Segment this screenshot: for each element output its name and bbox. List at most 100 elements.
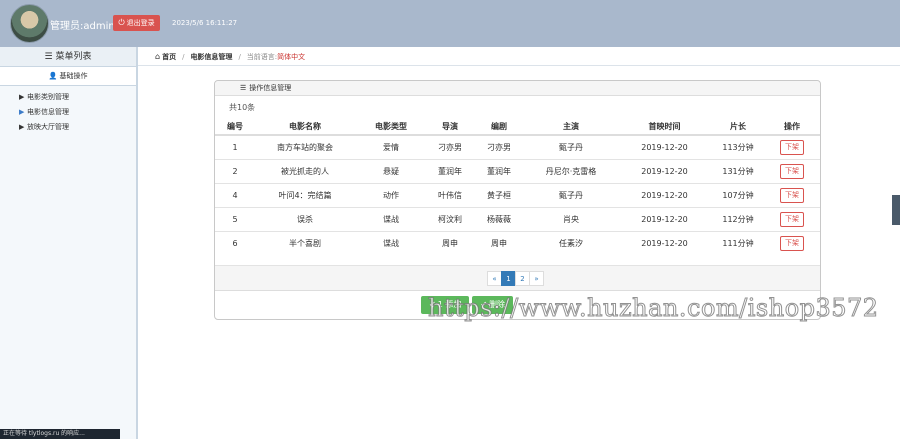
page-next-button[interactable]: » — [529, 271, 544, 286]
table-cell: 甄子丹 — [525, 182, 617, 207]
column-header: 电影名称 — [255, 119, 355, 136]
language-value[interactable]: 简体中文 — [277, 53, 305, 61]
caret-right-icon: ▶ — [19, 93, 25, 101]
actions-cell: 下架 — [764, 206, 820, 231]
unlist-button[interactable]: 下架 — [780, 235, 804, 251]
unlist-button[interactable]: 下架 — [780, 163, 804, 179]
logout-button[interactable]: ⏻ 退出登录 — [113, 15, 160, 31]
list-icon: ☰ — [240, 84, 247, 92]
table-cell: 谍战 — [355, 230, 427, 255]
actions-cell: 下架 — [764, 230, 820, 255]
sidebar-item-hall[interactable]: ▶ 放映大厅管理 — [0, 120, 136, 135]
table-cell: 肖央 — [525, 206, 617, 231]
table-cell: 误杀 — [255, 206, 355, 231]
table-cell: 甄子丹 — [525, 134, 617, 159]
home-icon: ⌂ — [155, 52, 161, 61]
table-cell: 谍战 — [355, 206, 427, 231]
table-cell: 被光抓走的人 — [255, 158, 355, 183]
column-header: 编号 — [215, 119, 255, 136]
table-cell: 刁亦男 — [473, 134, 525, 159]
column-header: 首映时间 — [617, 119, 712, 136]
table-cell: 131分钟 — [712, 158, 764, 183]
watermark-text: https://www.huzhan.com/ishop3572 — [428, 294, 879, 323]
table-cell: 2019-12-20 — [617, 206, 712, 231]
table-body: 1 南方车站的聚会 爱情 刁亦男 刁亦男 甄子丹 2019-12-20 113分钟 下架 2 被光抓… — [215, 134, 820, 255]
movie-table: 编号 电影名称 电影类型 导演 编剧 主演 首映时间 片长 操作 1 南方车站的聚… — [215, 119, 820, 255]
admin-label: 管理员:admin — [50, 21, 115, 32]
table-cell: 2019-12-20 — [617, 230, 712, 255]
table-cell: 爱情 — [355, 134, 427, 159]
unlist-button[interactable]: 下架 — [780, 211, 804, 227]
sidebar-title: ☰ 菜单列表 — [0, 47, 136, 67]
table-cell: 2019-12-20 — [617, 134, 712, 159]
column-header: 片长 — [712, 119, 764, 136]
table-cell: 112分钟 — [712, 206, 764, 231]
column-header: 主演 — [525, 119, 617, 136]
breadcrumb-home[interactable]: 首页 — [162, 53, 176, 61]
top-header: 管理员:admin ⏻ 退出登录 2023/5/6 16:11:27 — [0, 0, 900, 47]
datetime-label: 2023/5/6 16:11:27 — [172, 19, 238, 27]
panel-header: ☰ 操作信息管理 — [215, 81, 820, 96]
sidebar-item-movie-info[interactable]: ▶ 电影信息管理 — [0, 105, 136, 120]
table-cell: 6 — [215, 230, 255, 255]
page-1-button[interactable]: 1 — [501, 271, 516, 286]
sidebar-item-category[interactable]: ▶ 电影类别管理 — [0, 90, 136, 105]
column-header: 编剧 — [473, 119, 525, 136]
sidebar-section-basic[interactable]: 👤 基础操作 — [0, 67, 136, 86]
movie-info-panel: ☰ 操作信息管理 共10条 编号 电影名称 电影类型 导演 编剧 主演 首映时间 … — [214, 80, 821, 320]
table-cell: 2019-12-20 — [617, 182, 712, 207]
page-prev-button[interactable]: « — [487, 271, 502, 286]
table-row: 1 南方车站的聚会 爱情 刁亦男 刁亦男 甄子丹 2019-12-20 113分钟 下架 — [215, 134, 820, 159]
table-header-row: 编号 电影名称 电影类型 导演 编剧 主演 首映时间 片长 操作 — [215, 119, 820, 136]
breadcrumb-separator: / — [182, 53, 185, 61]
table-cell: 柯汶利 — [427, 206, 473, 231]
power-icon: ⏻ — [118, 18, 125, 27]
table-cell: 任素汐 — [525, 230, 617, 255]
table-cell: 动作 — [355, 182, 427, 207]
table-cell: 南方车站的聚会 — [255, 134, 355, 159]
caret-right-icon: ▶ — [19, 108, 25, 116]
sidebar-menu: ▶ 电影类别管理 ▶ 电影信息管理 ▶ 放映大厅管理 — [0, 86, 136, 135]
table-row: 4 叶问4：完结篇 动作 叶伟信 黄子桓 甄子丹 2019-12-20 107分钟 下架 — [215, 182, 820, 207]
table-row: 6 半个喜剧 谍战 周申 周申 任素汐 2019-12-20 111分钟 下架 — [215, 230, 820, 255]
table-cell: 107分钟 — [712, 182, 764, 207]
table-cell: 叶问4：完结篇 — [255, 182, 355, 207]
user-icon: 👤 — [48, 72, 58, 80]
breadcrumb-current: 电影信息管理 — [190, 53, 233, 61]
pagination-bar: « 1 2 » — [215, 265, 820, 291]
unlist-button[interactable]: 下架 — [780, 187, 804, 203]
table-row: 2 被光抓走的人 悬疑 董润年 董润年 丹尼尔·克雷格 2019-12-20 131分钟 下架 — [215, 158, 820, 183]
table-cell: 半个喜剧 — [255, 230, 355, 255]
table-cell: 黄子桓 — [473, 182, 525, 207]
table-cell: 5 — [215, 206, 255, 231]
table-cell: 叶伟信 — [427, 182, 473, 207]
breadcrumb-separator: / — [238, 53, 241, 61]
menu-list-icon: ☰ — [44, 52, 53, 62]
page-2-button[interactable]: 2 — [515, 271, 530, 286]
table-cell: 2 — [215, 158, 255, 183]
column-header: 导演 — [427, 119, 473, 136]
table-cell: 1 — [215, 134, 255, 159]
caret-right-icon: ▶ — [19, 123, 25, 131]
table-cell: 111分钟 — [712, 230, 764, 255]
table-cell: 丹尼尔·克雷格 — [525, 158, 617, 183]
table-cell: 周申 — [427, 230, 473, 255]
table-cell: 2019-12-20 — [617, 158, 712, 183]
table-cell: 杨薇薇 — [473, 206, 525, 231]
table-cell: 悬疑 — [355, 158, 427, 183]
column-header: 电影类型 — [355, 119, 427, 136]
total-count: 共10条 — [229, 103, 256, 112]
actions-cell: 下架 — [764, 158, 820, 183]
table-cell: 4 — [215, 182, 255, 207]
unlist-button[interactable]: 下架 — [780, 139, 804, 155]
table-cell: 周申 — [473, 230, 525, 255]
table-cell: 董润年 — [427, 158, 473, 183]
actions-cell: 下架 — [764, 182, 820, 207]
table-cell: 刁亦男 — [427, 134, 473, 159]
browser-status-bar: 正在等待 tlytlogs.ru 的响应... — [0, 429, 120, 439]
language-prefix: 当前语言: — [246, 53, 278, 61]
table-cell: 董润年 — [473, 158, 525, 183]
main-content: ⌂ 首页 / 电影信息管理 / 当前语言:简体中文 ☰ 操作信息管理 共10条 编号 电影名… — [137, 47, 900, 439]
column-header: 操作 — [764, 119, 820, 136]
pagination: « 1 2 » — [487, 271, 544, 286]
